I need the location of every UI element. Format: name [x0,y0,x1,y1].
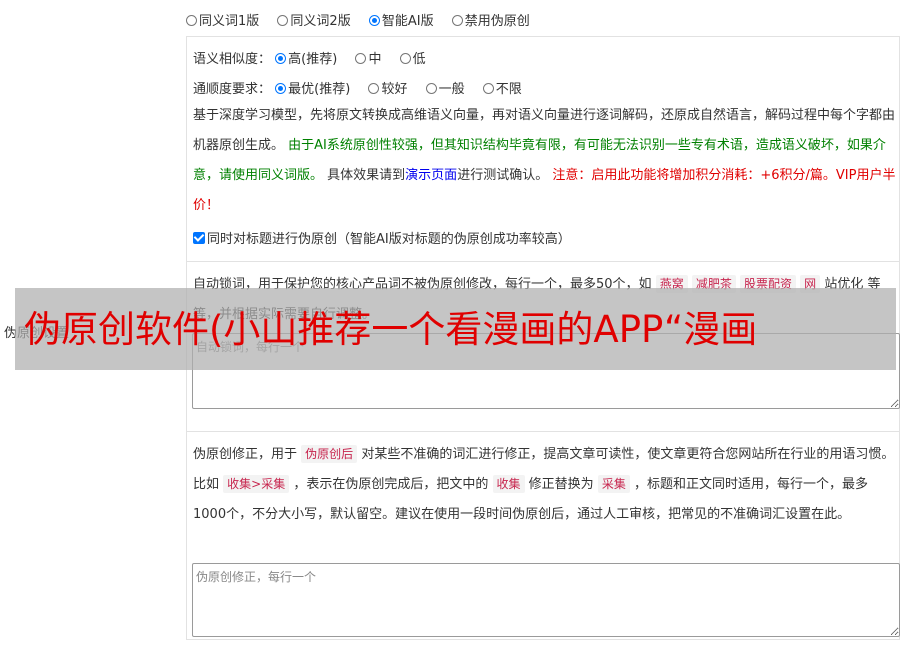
radio-icon[interactable] [425,83,437,94]
radio-icon[interactable] [451,15,463,26]
similarity-row: 语义相似度： 高(推荐) 中 低 [193,48,440,67]
fluency-good[interactable]: 较好 [368,82,407,97]
checkbox-checked-icon[interactable] [193,232,205,244]
overlay-title: 伪原创软件(小山推荐一个看漫画的APP“漫画 [24,308,758,351]
fluency-label: 通顺度要求： [193,82,272,97]
fluency-row: 通顺度要求： 最优(推荐) 较好 一般 不限 [193,78,536,97]
title-checkbox-row[interactable]: 同时对标题进行伪原创（智能AI版对标题的伪原创成功率较高） [193,228,571,247]
radio-icon[interactable] [482,83,494,94]
version-radio-group: 同义词1版 同义词2版 智能AI版 禁用伪原创 [186,10,544,29]
radio-checked-icon[interactable] [275,83,287,94]
fluency-any[interactable]: 不限 [482,82,522,97]
radio-checked-icon[interactable] [368,15,380,26]
version-option-disable[interactable]: 禁用伪原创 [451,14,530,29]
code-tag: 收集>采集 [223,475,290,493]
version-option-ai[interactable]: 智能AI版 [368,14,434,29]
code-tag: 收集 [492,475,525,493]
code-tag: 采集 [597,475,630,493]
correction-panel: 伪原创修正，用于 伪原创后 对某些不准确的词汇进行修正，提高文章可读性，使文章更… [186,432,900,640]
fluency-best[interactable]: 最优(推荐) [275,82,350,97]
similarity-medium[interactable]: 中 [355,52,381,67]
similarity-label: 语义相似度： [193,52,272,67]
radio-icon[interactable] [186,15,197,26]
ai-description: 基于深度学习模型，先将原文转换成高维语义向量，再对语义向量进行逐词解码，还原成自… [193,108,896,213]
radio-icon[interactable] [355,53,367,64]
version-option-2[interactable]: 同义词2版 [277,14,351,29]
radio-icon[interactable] [399,53,411,64]
demo-page-link[interactable]: 演示页面 [405,168,457,183]
correction-description: 伪原创修正，用于 伪原创后 对某些不准确的词汇进行修正，提高文章可读性，使文章更… [193,445,895,522]
radio-checked-icon[interactable] [275,53,287,64]
radio-icon[interactable] [368,83,380,94]
similarity-low[interactable]: 低 [399,52,426,67]
similarity-high[interactable]: 高(推荐) [275,52,337,67]
correction-textarea[interactable] [192,563,900,637]
radio-icon[interactable] [277,15,289,26]
title-checkbox-label: 同时对标题进行伪原创（智能AI版对标题的伪原创成功率较高） [207,232,571,247]
ai-settings-panel: 语义相似度： 高(推荐) 中 低 通顺度要求： 最优(推荐) 较好 一般 不限 … [186,36,900,262]
code-tag: 伪原创后 [301,445,358,463]
fluency-normal[interactable]: 一般 [425,82,465,97]
version-option-1[interactable]: 同义词1版 [186,14,259,29]
